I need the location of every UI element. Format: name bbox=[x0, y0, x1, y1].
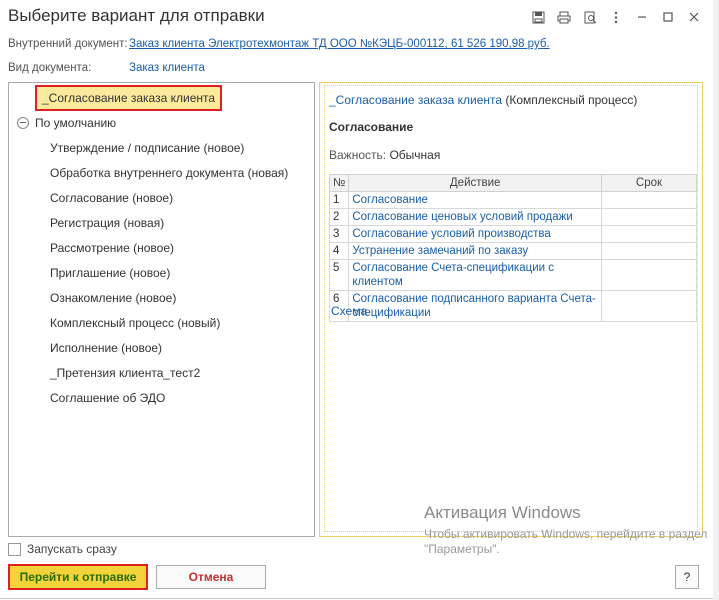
process-type: (Комплексный процесс) bbox=[505, 93, 638, 107]
watermark-title: Активация Windows bbox=[424, 503, 581, 522]
col-header-action: Действие bbox=[348, 174, 602, 192]
start-now-checkbox[interactable]: Запускать сразу bbox=[8, 542, 117, 556]
background-window-edge bbox=[713, 0, 719, 600]
checkbox-box[interactable] bbox=[8, 542, 21, 556]
row-num: 2 bbox=[328, 208, 350, 226]
tree-item[interactable]: Утверждение / подписание (новое) bbox=[50, 141, 244, 155]
col-header-num: № bbox=[328, 174, 350, 192]
row-term bbox=[601, 242, 697, 260]
process-link[interactable]: _Согласование заказа клиента bbox=[329, 93, 502, 107]
title-toolbar bbox=[527, 8, 705, 26]
detail-frame: _Согласование заказа клиента (Комплексны… bbox=[324, 85, 698, 532]
schema-link[interactable]: Схема bbox=[331, 304, 367, 318]
window-title: Выберите вариант для отправки bbox=[8, 6, 265, 25]
tree-item-selected[interactable]: _Согласование заказа клиента bbox=[35, 85, 223, 111]
close-icon[interactable] bbox=[683, 8, 705, 26]
process-tree[interactable]: _Согласование заказа клиента По умолчани… bbox=[8, 82, 315, 537]
row-action[interactable]: Согласование подписанного варианта Счета… bbox=[348, 290, 602, 322]
col-header-term: Срок bbox=[601, 174, 697, 192]
cancel-button[interactable]: Отмена bbox=[156, 565, 266, 589]
table-row: 1 Согласование bbox=[328, 191, 697, 209]
start-now-label: Запускать сразу bbox=[27, 542, 117, 556]
row-action[interactable]: Согласование ценовых условий продажи bbox=[348, 208, 602, 226]
tree-group-default[interactable]: По умолчанию bbox=[17, 116, 116, 130]
tree-group-label: По умолчанию bbox=[35, 116, 117, 130]
row-action[interactable]: Согласование Счета-спецификации с клиент… bbox=[348, 259, 602, 291]
row-term bbox=[601, 225, 697, 243]
row-term bbox=[601, 259, 697, 291]
preview-icon[interactable] bbox=[579, 8, 601, 26]
row-action[interactable]: Согласование bbox=[348, 191, 602, 209]
importance-label: Важность: bbox=[329, 148, 387, 162]
importance-value: Обычная bbox=[389, 148, 441, 162]
row-num: 3 bbox=[328, 225, 350, 243]
row-num: 5 bbox=[328, 259, 350, 291]
collapse-icon[interactable] bbox=[17, 117, 29, 129]
tree-item[interactable]: Обработка внутреннего документа (новая) bbox=[50, 166, 288, 180]
table-row: 5 Согласование Счета-спецификации с клие… bbox=[328, 259, 697, 291]
tree-item[interactable]: Рассмотрение (новое) bbox=[50, 241, 174, 255]
table-row: 2 Согласование ценовых условий продажи bbox=[328, 208, 697, 226]
minimize-icon[interactable] bbox=[631, 8, 653, 26]
process-detail-pane: _Согласование заказа клиента (Комплексны… bbox=[319, 82, 703, 537]
row-term bbox=[601, 290, 697, 322]
tree-item[interactable]: Регистрация (новая) bbox=[50, 216, 164, 230]
section-title: Согласование bbox=[329, 120, 414, 134]
table-row: 6 Согласование подписанного варианта Сче… bbox=[328, 290, 697, 322]
tree-item[interactable]: Комплексный процесс (новый) bbox=[50, 316, 220, 330]
actions-table: № Действие Срок 1 Согласование 2 Согласо… bbox=[328, 174, 697, 322]
detail-header: _Согласование заказа клиента (Комплексны… bbox=[329, 93, 637, 107]
tree-item[interactable]: _Претензия клиента_тест2 bbox=[50, 366, 200, 380]
row-action[interactable]: Согласование условий производства bbox=[348, 225, 602, 243]
save-icon[interactable] bbox=[527, 8, 549, 26]
row-num: 4 bbox=[328, 242, 350, 260]
row-action[interactable]: Устранение замечаний по заказу bbox=[348, 242, 602, 260]
doc-type-value[interactable]: Заказ клиента bbox=[129, 62, 205, 74]
tree-item[interactable]: Ознакомление (новое) bbox=[50, 291, 176, 305]
watermark-line1: Чтобы активировать Windows, перейдите в … bbox=[424, 527, 708, 541]
print-icon[interactable] bbox=[553, 8, 575, 26]
table-row: 3 Согласование условий производства bbox=[328, 225, 697, 243]
tree-item[interactable]: Согласование (новое) bbox=[50, 191, 173, 205]
row-term bbox=[601, 191, 697, 209]
watermark-line2: "Параметры". bbox=[424, 542, 500, 556]
windows-activation-watermark: Активация Windows Чтобы активировать Win… bbox=[424, 503, 707, 557]
row-term bbox=[601, 208, 697, 226]
table-row: 4 Устранение замечаний по заказу bbox=[328, 242, 697, 260]
row-num: 1 bbox=[328, 191, 350, 209]
tree-item[interactable]: Исполнение (новое) bbox=[50, 341, 162, 355]
maximize-icon[interactable] bbox=[657, 8, 679, 26]
doc-type-label: Вид документа: bbox=[8, 62, 92, 74]
importance: Важность: Обычная bbox=[329, 148, 440, 162]
tree-item[interactable]: Приглашение (новое) bbox=[50, 266, 170, 280]
help-button[interactable]: ? bbox=[675, 565, 699, 589]
internal-doc-link[interactable]: Заказ клиента Электротехмонтаж ТД ООО №К… bbox=[129, 38, 550, 50]
more-icon[interactable] bbox=[605, 8, 627, 26]
go-to-send-button[interactable]: Перейти к отправке bbox=[8, 564, 148, 590]
dialog-window: Выберите вариант для отправки Внутренний… bbox=[0, 0, 714, 599]
internal-doc-label: Внутренний документ: bbox=[8, 38, 128, 50]
tree-item[interactable]: Соглашение об ЭДО bbox=[50, 391, 165, 405]
